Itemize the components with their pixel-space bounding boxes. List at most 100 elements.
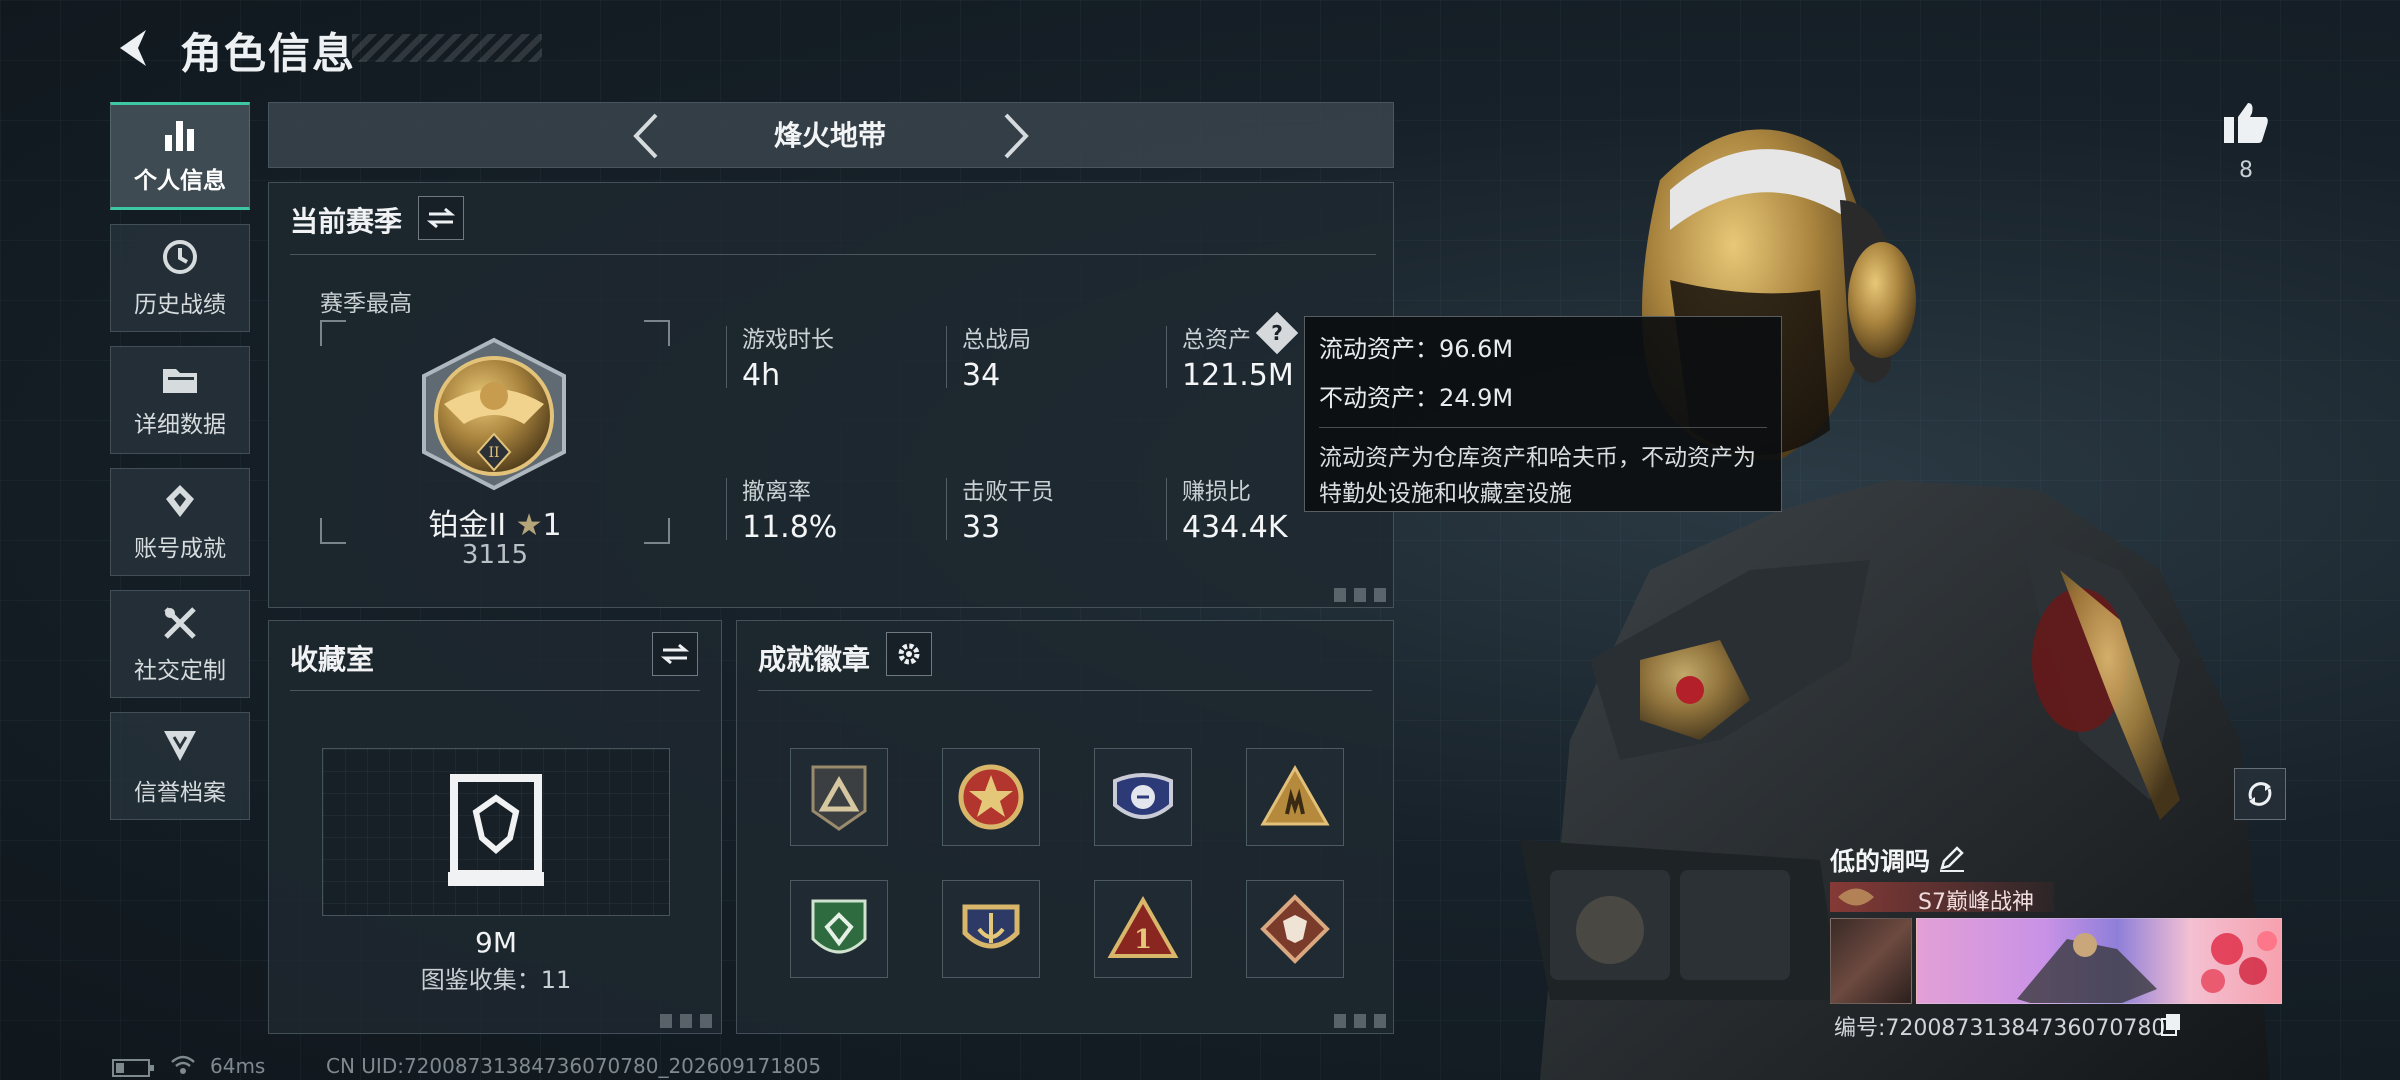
nav-item-label: 社交定制 [134,658,226,684]
green-shield-icon [811,899,867,954]
back-arrow-icon [120,30,146,66]
stat-divider [1166,326,1167,388]
tooltip-fixed-assets: 不动资产：24.9M [1319,384,1514,412]
stat-divider [946,478,947,540]
season-panel-title: 当前赛季 [290,205,403,238]
player-avatar[interactable] [1830,918,1912,1004]
stat-label: 总资产 [1182,327,1251,353]
nav-item-personal-info[interactable]: 个人信息 [110,102,250,210]
stat-value: 4h [742,358,781,393]
player-title: S7巅峰战神 [1918,890,2034,915]
stat-value: 121.5M [1182,358,1294,393]
rank-score: 3115 [461,540,529,570]
nav-item-label: 详细数据 [134,412,226,438]
side-nav: 个人信息 历史战绩 详细数据 账号成就 社交定制 信誉档案 [110,102,250,834]
anchor-crest-icon [962,904,1020,949]
rank-emblem-icon: II [422,337,566,491]
collection-count: 图鉴收集：11 [420,966,572,994]
stat-value: 434.4K [1182,510,1288,545]
rank-name: 铂金II [428,508,507,543]
help-icon: ? [1271,321,1283,345]
badges-settings-button[interactable] [886,632,932,676]
season-best-label: 赛季最高 [320,291,412,317]
collection-value: 9M [475,926,517,959]
nav-item-achievements[interactable]: 账号成就 [110,468,250,576]
nav-item-label: 账号成就 [134,536,226,562]
stat-label: 总战局 [962,327,1031,353]
battery-icon [112,1059,154,1077]
badge-slot[interactable] [1246,748,1344,846]
tools-icon [164,607,196,639]
collection-divider [290,690,700,691]
swap-icon [661,643,689,665]
pencil-icon [1940,846,1964,872]
gear-icon [898,643,920,665]
season-divider [290,254,1376,255]
badge-slot[interactable] [790,748,888,846]
nav-item-credit-record[interactable]: 信誉档案 [110,712,250,820]
copy-uid-button[interactable] [2160,1012,2182,1036]
edit-name-button[interactable] [1938,844,1968,874]
swap-icon [427,207,455,229]
tooltip-liquid-assets: 流动资产：96.6M [1319,335,1514,363]
badge-slot[interactable]: 1 [1094,880,1192,978]
star-medal-icon [958,764,1024,830]
wolf-diamond-icon [1260,894,1330,964]
rank-stars: 1 [542,508,562,543]
badge-slot[interactable] [942,880,1040,978]
triangle-badge-icon [811,765,867,831]
page-title: 角色信息 [180,29,357,78]
nav-item-detailed-data[interactable]: 详细数据 [110,346,250,454]
badge-slot[interactable] [1094,748,1192,846]
thumbs-up-icon [2224,103,2268,143]
stat-divider [946,326,947,388]
stat-label: 击败干员 [962,479,1054,505]
svg-text:1: 1 [1134,925,1152,955]
collection-swap-button[interactable] [652,632,698,676]
mode-title: 烽火地带 [773,119,886,152]
tooltip-description: 流动资产为仓库资产和哈夫币，不动资产为特勤处设施和收藏室设施 [1319,445,1756,507]
folder-icon [163,369,197,393]
stat-divider [726,326,727,388]
svg-text:II: II [488,445,499,461]
soldiers-triangle-icon [1260,764,1330,826]
banner-art [2017,931,2277,1003]
nav-item-match-history[interactable]: 历史战绩 [110,224,250,332]
nav-item-social-custom[interactable]: 社交定制 [110,590,250,698]
asset-tooltip: 流动资产：96.6M 不动资产：24.9M 流动资产为仓库资产和哈夫币，不动资产… [1304,316,1782,512]
footer-uid: CN UID:72008731384736070780_202609171805 [326,1054,822,1078]
mode-next-button[interactable] [992,108,1042,164]
corner-decoration [660,1014,714,1028]
nav-item-label: 个人信息 [134,168,226,194]
stat-label: 赚损比 [1182,479,1251,505]
badge-slot[interactable] [790,880,888,978]
player-name: 低的调吗 [1830,847,1931,876]
wifi-icon [171,1055,195,1074]
collection-title: 收藏室 [290,643,375,676]
stat-label: 撤离率 [742,479,811,505]
display-case-icon [448,774,544,886]
bar-chart-icon [165,121,194,151]
badge-slot[interactable] [1246,880,1344,978]
stat-divider [1166,478,1167,540]
stat-value: 34 [962,358,1001,393]
title-decoration [352,34,542,62]
stat-value: 11.8% [742,510,838,545]
badges-title: 成就徽章 [758,643,871,676]
rank-name-line: 铂金II ★1 [320,500,670,544]
season-swap-button[interactable] [418,196,464,240]
mode-prev-button[interactable] [620,108,670,164]
badge-slot[interactable] [942,748,1040,846]
like-count: 8 [2239,158,2253,183]
like-button[interactable] [2216,94,2276,150]
back-button[interactable] [108,22,156,74]
ping-value: 64ms [210,1054,266,1078]
shield-icon [164,731,196,761]
rotate-icon [2248,782,2272,806]
badges-divider [758,690,1372,691]
player-banner[interactable] [1916,918,2282,1004]
corner-decoration [1334,588,1388,602]
chevron-right-icon [1004,113,1029,159]
rotate-view-button[interactable] [2234,768,2286,820]
player-uid: 编号:72008731384736070780 [1834,1016,2166,1041]
